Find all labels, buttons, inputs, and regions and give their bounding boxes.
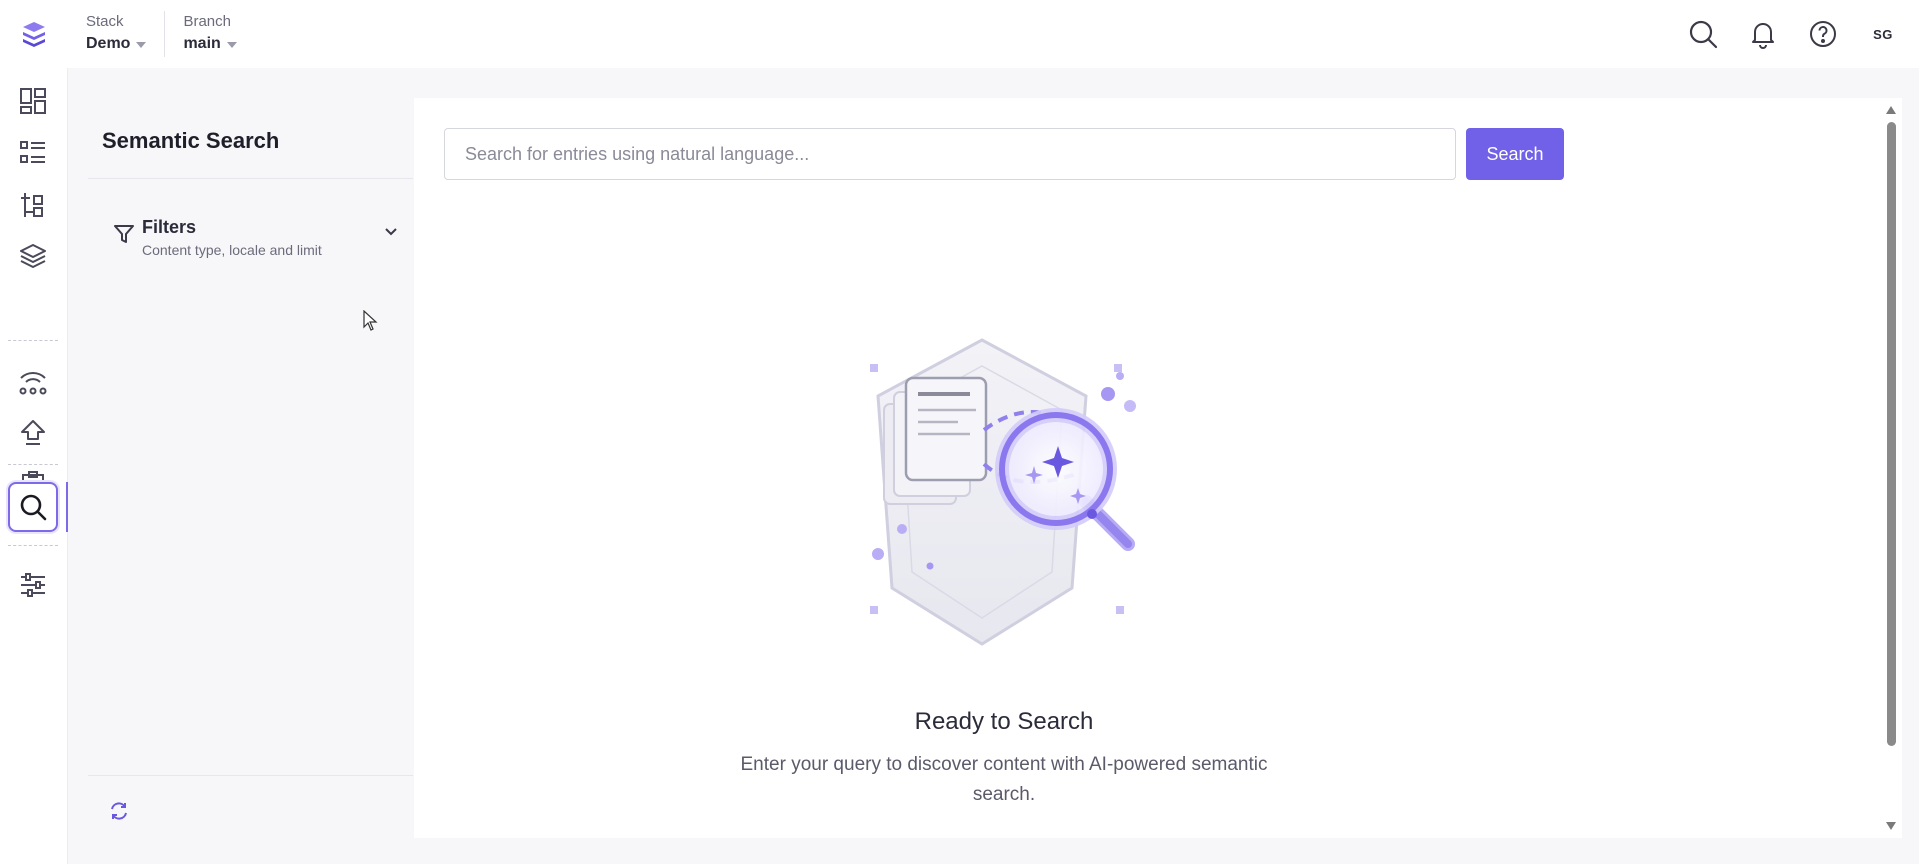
scroll-up-arrow-icon[interactable]	[1886, 106, 1896, 114]
filters-toggle[interactable]: Filters Content type, locale and limit	[112, 216, 402, 266]
empty-state-title: Ready to Search	[914, 708, 1094, 735]
nav-settings[interactable]	[8, 560, 58, 610]
dashboard-icon	[20, 88, 46, 114]
settings-sliders-icon	[21, 573, 45, 597]
nav-dashboard[interactable]	[8, 76, 58, 126]
nav-entries[interactable]	[8, 128, 58, 178]
filter-icon	[114, 225, 134, 243]
search-button[interactable]: Search	[1466, 128, 1564, 180]
refresh-icon	[111, 802, 127, 820]
filters-label: Filters	[142, 217, 197, 237]
stack-logo-icon	[23, 22, 45, 47]
assets-layers-icon	[20, 244, 46, 268]
top-bar: Stack Demo Branch main SG	[0, 0, 1919, 68]
help-icon	[1810, 21, 1836, 47]
semantic-search-icon	[20, 494, 47, 521]
semantic-search-panel: Semantic Search Filters Content type, lo…	[88, 98, 413, 838]
panel-footer-divider	[88, 775, 413, 776]
caret-down-icon	[226, 42, 237, 48]
branch-selector[interactable]: Branch main	[164, 11, 254, 57]
chevron-down-icon	[385, 228, 397, 236]
help-button[interactable]	[1805, 16, 1841, 52]
panel-title: Semantic Search	[102, 128, 280, 153]
publish-queue-icon	[21, 420, 45, 445]
rail-divider-2	[8, 464, 58, 465]
ready-to-search-illustration	[870, 338, 1136, 646]
stack-value: Demo	[86, 32, 147, 56]
global-search-button[interactable]	[1685, 16, 1721, 52]
refresh-button[interactable]	[104, 796, 134, 826]
semantic-search-input[interactable]	[444, 128, 1456, 180]
branch-value: main	[183, 32, 237, 56]
stack-selector[interactable]: Stack Demo	[68, 11, 164, 57]
bell-icon	[1752, 23, 1774, 49]
panel-divider	[88, 178, 413, 179]
branch-label: Branch	[183, 13, 231, 30]
mouse-cursor-icon	[363, 310, 378, 331]
nav-publish-queue[interactable]	[8, 408, 58, 458]
left-nav-rail	[0, 68, 68, 864]
top-actions: SG	[1685, 0, 1919, 68]
notifications-button[interactable]	[1745, 16, 1781, 52]
releases-icon	[19, 372, 47, 395]
scroll-down-arrow-icon[interactable]	[1886, 822, 1896, 830]
nav-assets[interactable]	[8, 232, 58, 282]
main-scrollbar[interactable]	[1880, 98, 1902, 838]
filters-text: Filters Content type, locale and limit	[142, 216, 382, 266]
filters-subtitle: Content type, locale and limit	[142, 242, 322, 258]
entries-icon	[20, 141, 45, 163]
search-icon	[1689, 20, 1718, 49]
main-content: Search Ready to Searc	[414, 98, 1880, 838]
nav-releases[interactable]	[8, 356, 58, 406]
caret-down-icon	[136, 42, 147, 48]
chevron-wrap	[382, 216, 402, 266]
stack-label: Stack	[86, 13, 124, 30]
content-models-icon	[21, 193, 43, 217]
avatar[interactable]: SG	[1865, 16, 1901, 52]
rail-divider-3	[8, 545, 58, 546]
active-indicator	[66, 482, 68, 532]
rail-divider	[8, 340, 58, 341]
scroll-thumb[interactable]	[1887, 122, 1896, 746]
nav-content-models[interactable]	[8, 180, 58, 230]
filter-icon-wrap	[112, 216, 142, 266]
empty-state-description: Enter your query to discover content wit…	[740, 754, 1268, 805]
app-logo[interactable]	[0, 0, 68, 68]
nav-semantic-search[interactable]	[8, 482, 58, 532]
